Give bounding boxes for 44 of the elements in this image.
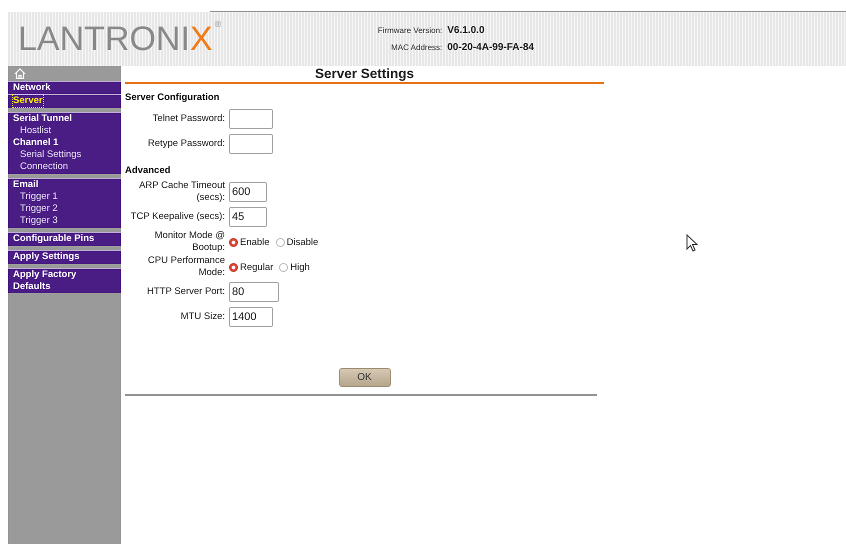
radio-label: Regular	[240, 262, 274, 272]
sidebar-item[interactable]: Server	[13, 95, 43, 106]
section-heading: Server Configuration	[125, 92, 220, 103]
info-value: 00-20-4A-99-FA-84	[447, 42, 534, 53]
radio-label: High	[290, 262, 310, 272]
input-field[interactable]: 45	[229, 207, 267, 227]
radio-label: Disable	[286, 236, 318, 248]
sidebar-item[interactable]: Hostlist	[20, 125, 52, 136]
info-label: MAC Address:	[390, 43, 442, 52]
section-heading: Advanced	[125, 165, 172, 176]
field-label: MTU Size:	[180, 311, 225, 323]
input-field[interactable]: 80	[229, 282, 279, 302]
field-label: ARP Cache Timeout (secs):	[138, 180, 225, 204]
radio-label: Enable	[240, 236, 270, 248]
input-field[interactable]	[229, 134, 273, 154]
radio-button[interactable]	[279, 262, 288, 272]
sidebar-item[interactable]: Serial Settings	[20, 149, 82, 160]
sidebar-item[interactable]: Trigger 3	[20, 215, 58, 226]
radio-button[interactable]	[229, 262, 238, 272]
pointer-icon	[686, 234, 698, 252]
ok-button[interactable]: OK	[338, 368, 390, 387]
sidebar-item[interactable]: Channel 1	[13, 137, 58, 148]
radio-button[interactable]	[276, 238, 285, 246]
input-field[interactable]: 600	[229, 182, 267, 202]
sidebar-item[interactable]: Connection	[20, 161, 68, 172]
field-label: HTTP Server Port:	[146, 286, 225, 298]
sidebar-item[interactable]: Trigger 1	[20, 191, 58, 202]
page-title: Server Settings	[314, 66, 416, 82]
field-label: CPU Performance Mode:	[146, 255, 225, 279]
field-label: Monitor Mode @ Bootup:	[154, 230, 225, 254]
sidebar-item[interactable]: Trigger 2	[20, 203, 58, 214]
sidebar-item[interactable]: Network	[13, 82, 50, 94]
field-label: Retype Password:	[146, 138, 225, 150]
logo: LANTRONIX$^{®}$	[18, 18, 222, 60]
home-icon[interactable]	[14, 68, 26, 79]
input-field[interactable]: 1400	[229, 307, 273, 327]
info-value: V6.1.0.0	[447, 25, 485, 36]
field-label: Telnet Password:	[152, 113, 225, 125]
info-label: Firmware Version:	[376, 26, 442, 35]
input-field[interactable]	[229, 109, 273, 129]
radio-button[interactable]	[229, 238, 238, 246]
sidebar-item[interactable]: Serial Tunnel	[13, 113, 72, 124]
field-label: TCP Keepalive (secs):	[130, 211, 225, 223]
sidebar-item[interactable]: Email	[13, 179, 38, 190]
